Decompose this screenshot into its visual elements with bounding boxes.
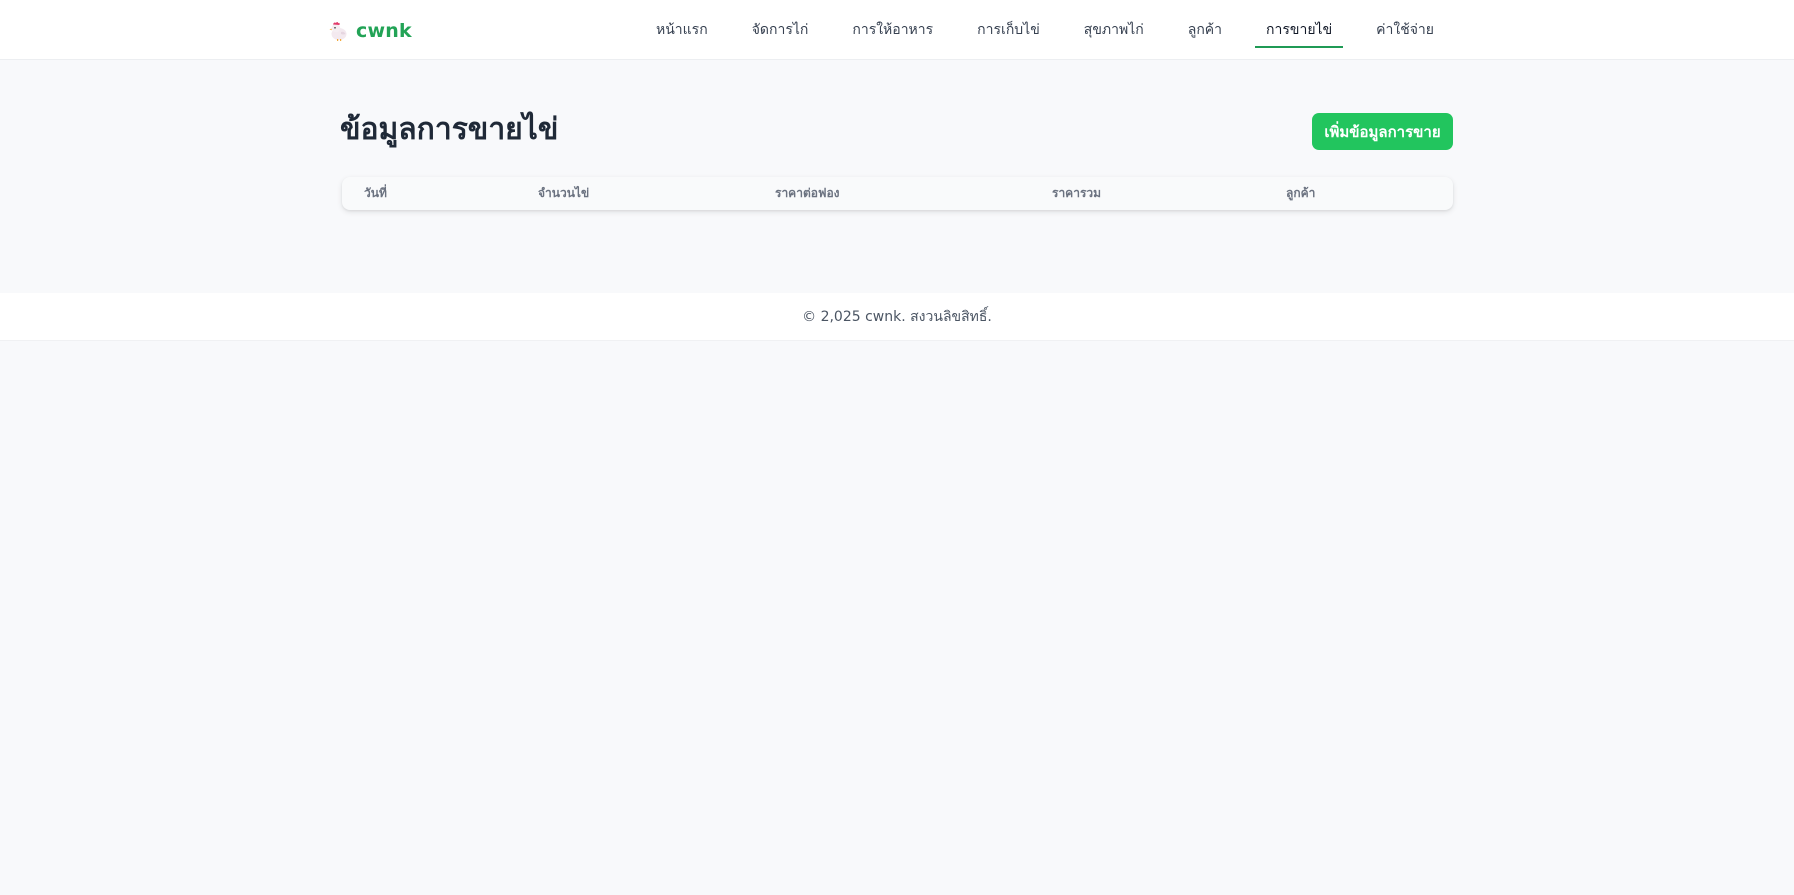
- nav-item-manage-chickens[interactable]: จัดการไก่: [730, 0, 831, 60]
- nav-item-feeding[interactable]: การให้อาหาร: [830, 0, 955, 60]
- main-nav: หน้าแรก จัดการไก่ การให้อาหาร การเก็บไข่…: [634, 0, 1456, 60]
- column-header-egg-count: จำนวนไข่: [538, 186, 590, 200]
- nav-item-egg-sales[interactable]: การขายไข่: [1244, 0, 1354, 60]
- nav-item-expenses[interactable]: ค่าใช้จ่าย: [1354, 0, 1456, 60]
- page-title: ข้อมูลการขายไข่: [340, 112, 559, 147]
- brand-name: cwnk: [356, 20, 412, 42]
- column-header-price-per-egg: ราคาต่อฟอง: [775, 186, 840, 200]
- column-header-date: วันที่: [364, 186, 387, 200]
- footer: © 2,025 cwnk. สงวนลิขสิทธิ์.: [0, 293, 1794, 341]
- chicken-icon: [329, 21, 348, 41]
- nav-item-chicken-health[interactable]: สุขภาพไก่: [1062, 0, 1166, 60]
- copyright-text: © 2,025 cwnk. สงวนลิขสิทธิ์.: [802, 308, 992, 325]
- nav-item-egg-collection[interactable]: การเก็บไข่: [955, 0, 1062, 60]
- nav-item-home[interactable]: หน้าแรก: [634, 0, 730, 60]
- column-header-total-price: ราคารวม: [1052, 186, 1102, 200]
- brand[interactable]: cwnk: [329, 18, 412, 44]
- add-sale-button[interactable]: เพิ่มข้อมูลการขาย: [1312, 113, 1453, 150]
- column-header-customer: ลูกค้า: [1286, 186, 1316, 200]
- top-navbar: cwnk หน้าแรก จัดการไก่ การให้อาหาร การเก…: [0, 0, 1794, 60]
- nav-item-customers[interactable]: ลูกค้า: [1166, 0, 1244, 60]
- sales-table: วันที่ จำนวนไข่ ราคาต่อฟอง ราคารวม ลูกค้…: [342, 177, 1453, 210]
